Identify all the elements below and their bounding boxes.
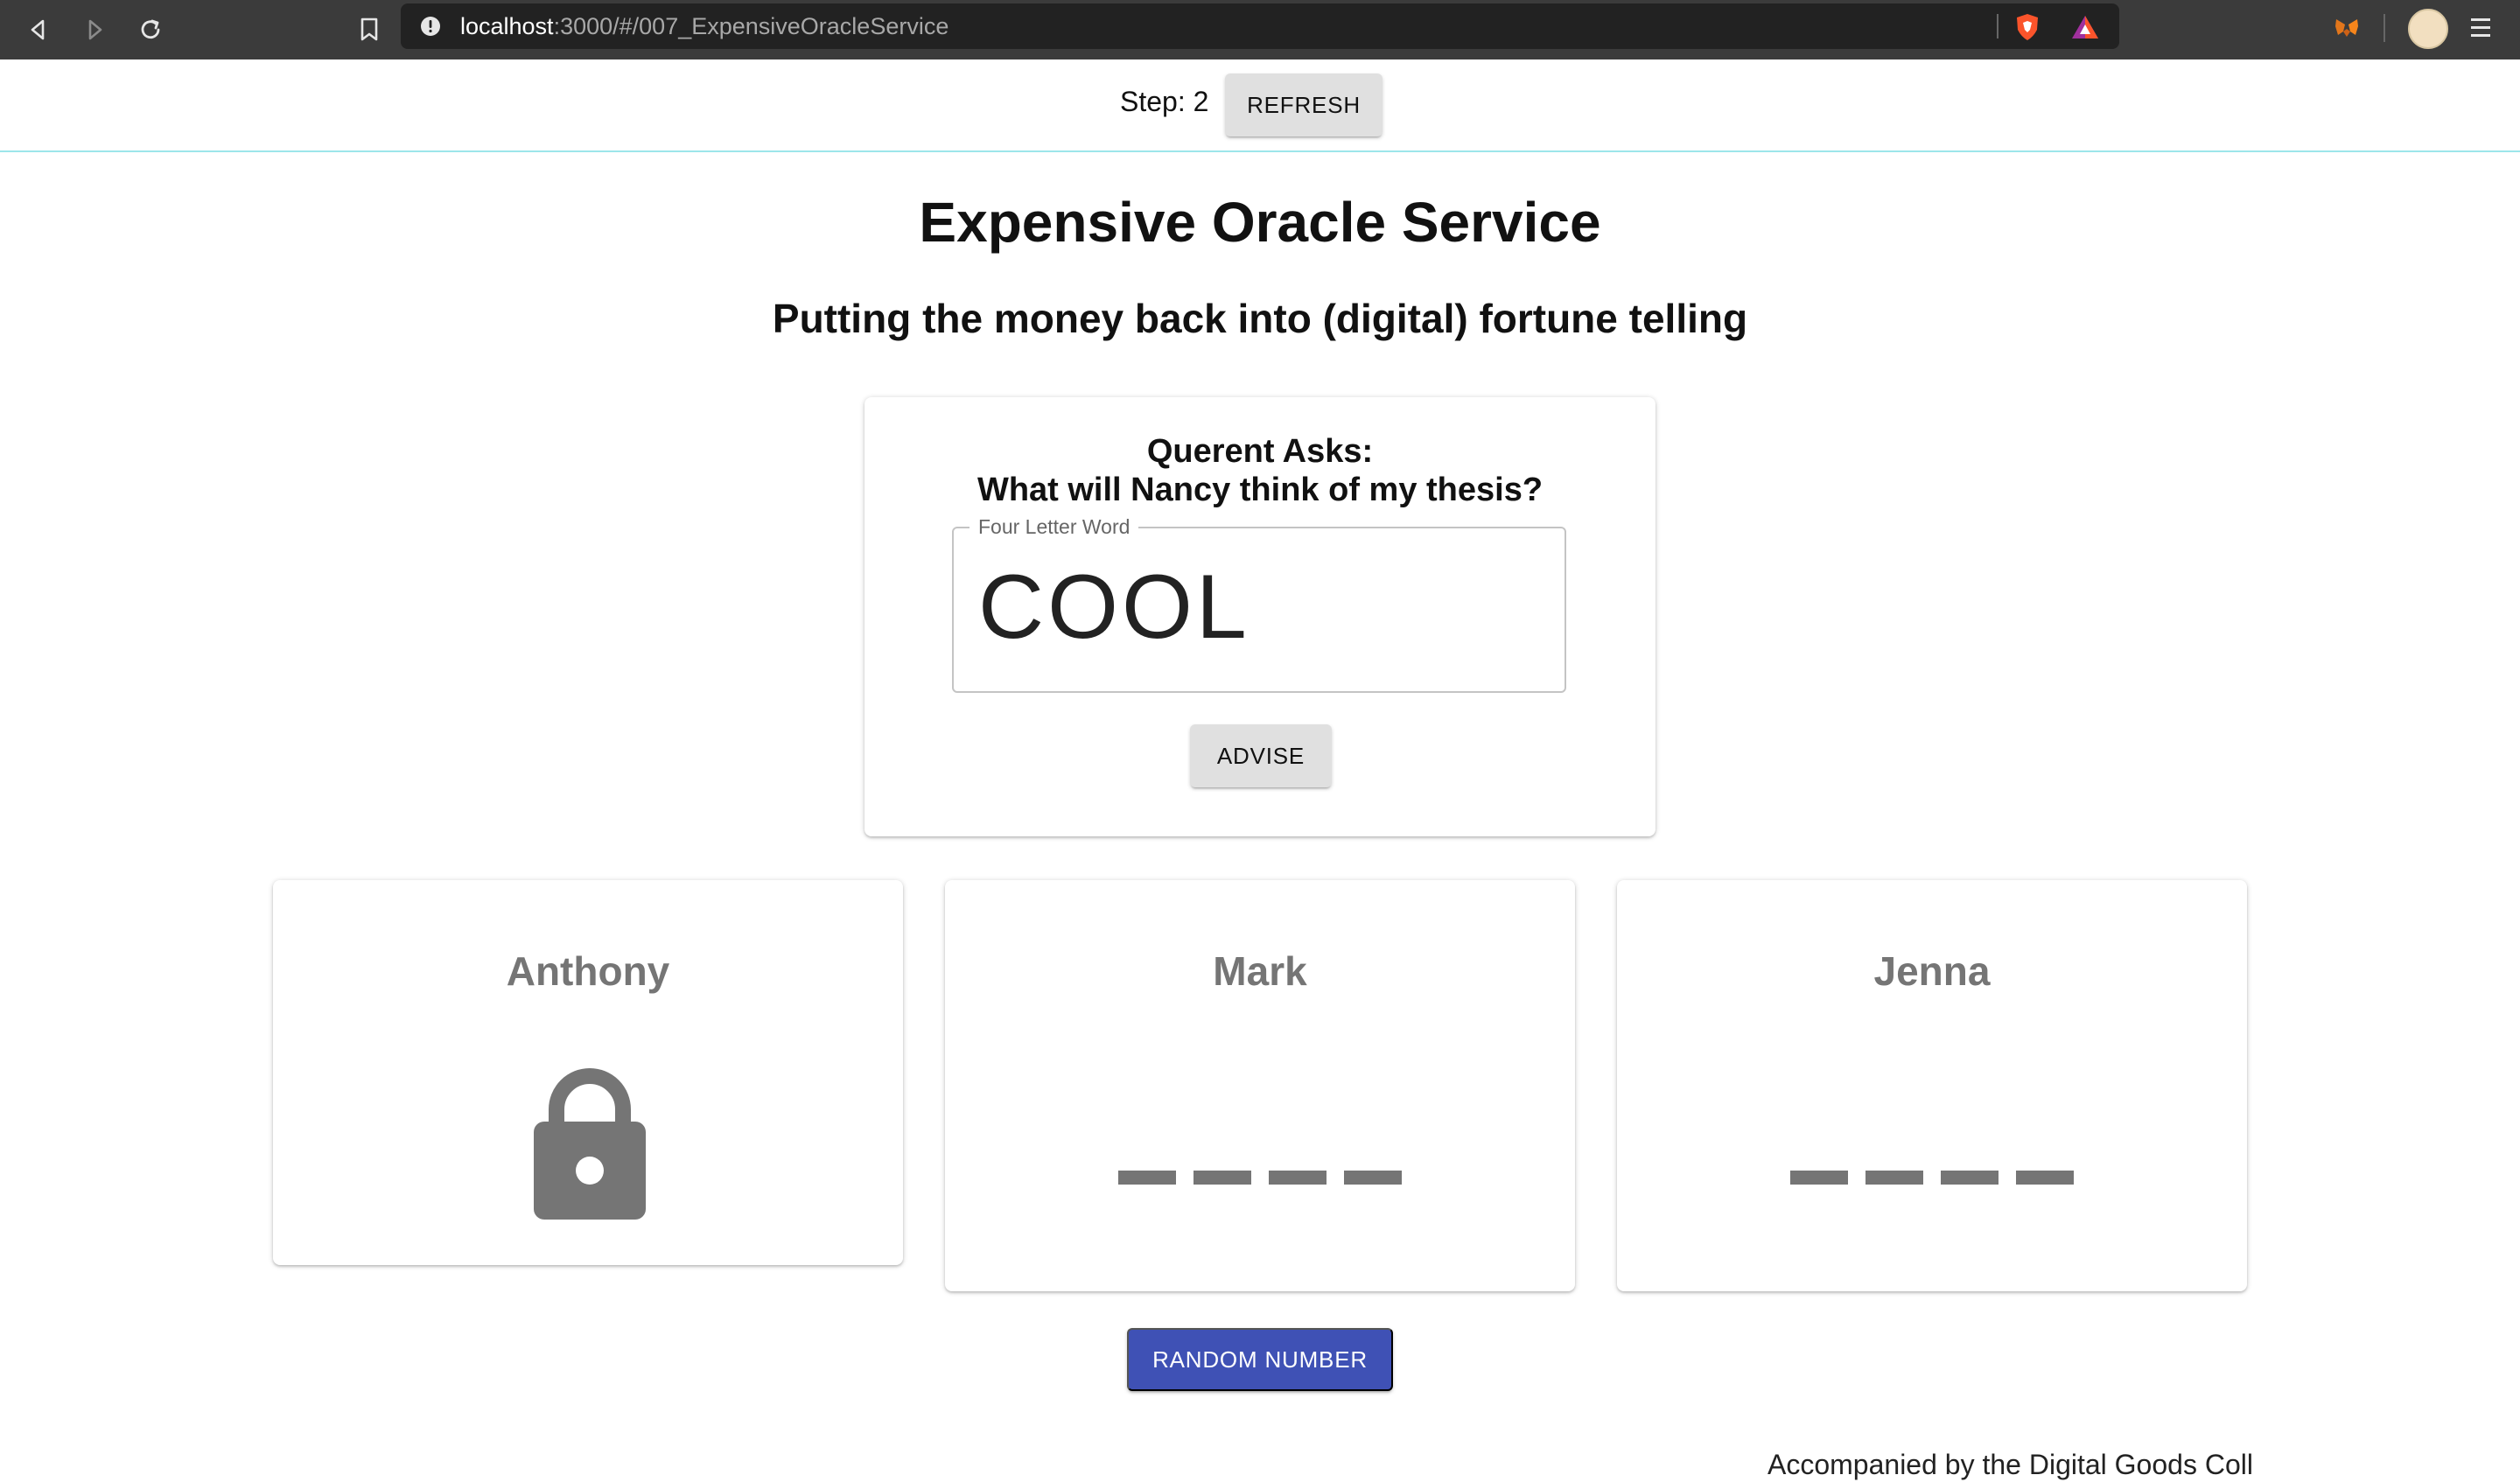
letter-dash bbox=[1941, 1171, 1998, 1185]
info-icon[interactable] bbox=[420, 16, 441, 37]
lock-icon bbox=[530, 1064, 649, 1226]
back-icon[interactable] bbox=[18, 9, 60, 51]
footer-text: Accompanied by the Digital Goods Coll bbox=[1768, 1449, 2253, 1480]
letter-dash bbox=[2016, 1171, 2074, 1185]
step-bar: Step: 2 REFRESH bbox=[0, 59, 2520, 152]
brave-rewards-icon[interactable] bbox=[2070, 14, 2100, 40]
browser-toolbar: localhost:3000/#/007_ExpensiveOracleServ… bbox=[0, 0, 2520, 60]
url-path: :3000/#/007_ExpensiveOracleService bbox=[553, 13, 949, 39]
address-bar[interactable]: localhost:3000/#/007_ExpensiveOracleServ… bbox=[401, 3, 2119, 49]
letter-dash bbox=[1194, 1171, 1251, 1185]
reload-icon[interactable] bbox=[130, 9, 172, 51]
four-letter-word-field[interactable]: Four Letter Word COOL bbox=[952, 514, 1566, 693]
participant-card-anthony: Anthony bbox=[273, 880, 903, 1265]
letter-dash bbox=[1269, 1171, 1326, 1185]
random-number-button[interactable]: RANDOM NUMBER bbox=[1127, 1328, 1393, 1391]
url-text[interactable]: localhost:3000/#/007_ExpensiveOracleServ… bbox=[460, 3, 948, 49]
participant-card-jenna: Jenna bbox=[1617, 880, 2247, 1291]
page-title: Expensive Oracle Service bbox=[919, 191, 1601, 254]
brave-shield-icon[interactable] bbox=[2012, 12, 2042, 42]
participant-name: Anthony bbox=[506, 948, 670, 994]
letter-dash bbox=[1344, 1171, 1402, 1185]
question-text: What will Nancy think of my thesis? bbox=[976, 472, 1544, 508]
toolbar-divider bbox=[2384, 14, 2385, 42]
page-subtitle: Putting the money back into (digital) fo… bbox=[772, 296, 1748, 341]
forward-icon[interactable] bbox=[74, 9, 116, 51]
question-heading: Querent Asks: bbox=[1146, 433, 1374, 470]
pending-word-placeholder bbox=[1118, 1171, 1407, 1186]
oracle-card: Querent Asks: What will Nancy think of m… bbox=[864, 397, 1656, 836]
participant-name: Mark bbox=[1213, 948, 1307, 994]
pending-word-placeholder bbox=[1790, 1171, 2079, 1186]
letter-dash bbox=[1790, 1171, 1848, 1185]
advise-button[interactable]: ADVISE bbox=[1190, 724, 1332, 787]
bookmark-icon[interactable] bbox=[348, 9, 390, 51]
letter-dash bbox=[1866, 1171, 1923, 1185]
metamask-icon[interactable] bbox=[2333, 14, 2361, 42]
four-letter-word-input[interactable]: COOL bbox=[978, 555, 1250, 660]
letter-dash bbox=[1118, 1171, 1176, 1185]
field-label: Four Letter Word bbox=[970, 514, 1139, 539]
refresh-button[interactable]: REFRESH bbox=[1225, 73, 1382, 136]
url-host: localhost bbox=[460, 13, 554, 39]
menu-icon[interactable] bbox=[2468, 14, 2494, 42]
address-bar-divider bbox=[1997, 14, 1998, 38]
step-label: Step: 2 bbox=[1120, 86, 1209, 117]
participant-name: Jenna bbox=[1873, 948, 1991, 994]
participant-card-mark: Mark bbox=[945, 880, 1575, 1291]
profile-avatar[interactable] bbox=[2408, 9, 2448, 49]
